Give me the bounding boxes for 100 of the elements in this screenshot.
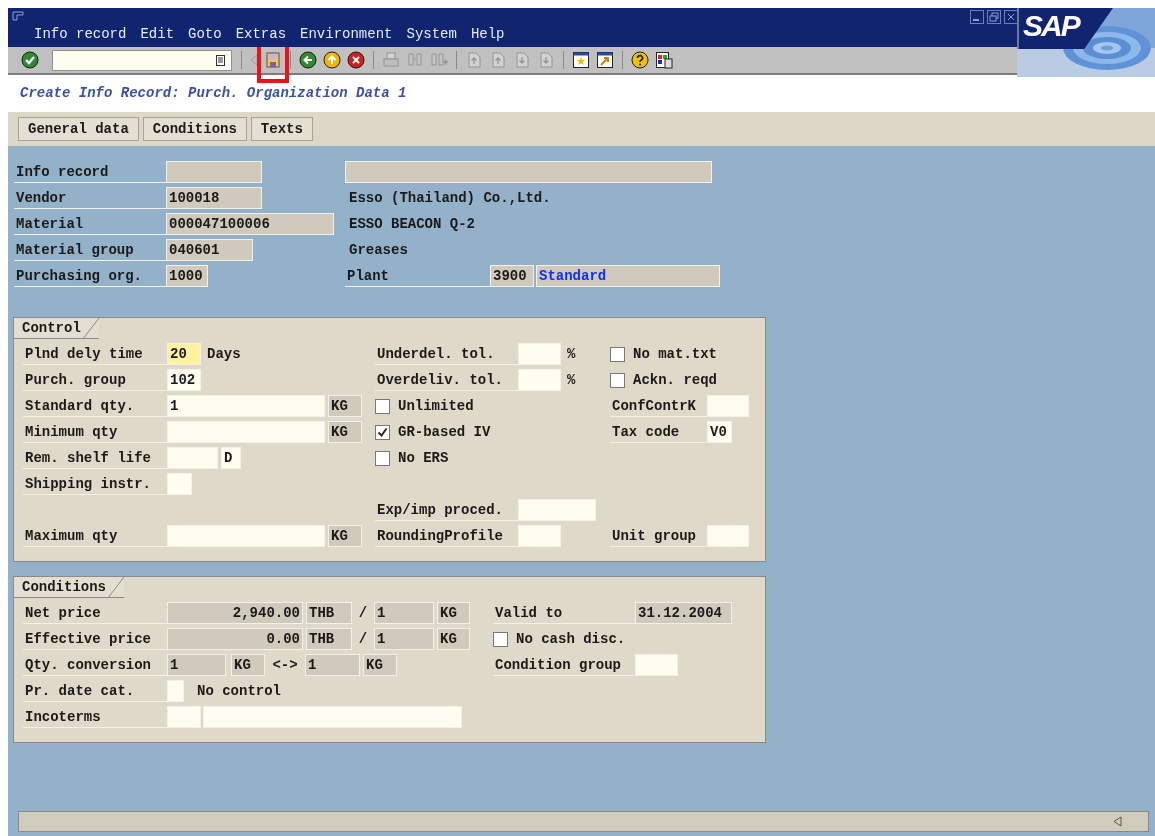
checkbox[interactable] <box>493 631 508 647</box>
input-field[interactable]: 040601 <box>166 239 253 261</box>
input-field[interactable]: 20 <box>167 343 201 365</box>
checkbox[interactable] <box>375 398 390 414</box>
system-menu-icon[interactable] <box>12 11 24 21</box>
input-field[interactable]: 1 <box>305 654 360 676</box>
input-field[interactable] <box>518 369 561 391</box>
description-text: No control <box>196 681 281 701</box>
input-field[interactable] <box>167 680 184 702</box>
input-field[interactable]: KG <box>328 525 362 547</box>
conversion-arrow: <-> <box>271 655 299 675</box>
input-field[interactable]: 1 <box>374 602 434 624</box>
back-icon <box>299 51 317 69</box>
checkbox[interactable] <box>610 372 625 388</box>
back-button[interactable] <box>296 49 320 71</box>
checkbox-label: Unlimited <box>398 396 474 416</box>
input-field[interactable]: 1 <box>167 654 226 676</box>
group-title: Conditions <box>14 577 124 598</box>
input-field[interactable]: 2,940.00 <box>167 602 303 624</box>
checkbox[interactable] <box>375 424 390 440</box>
first-page-icon <box>465 51 483 69</box>
help-icon <box>631 51 649 69</box>
menu-item[interactable]: Goto <box>188 24 222 45</box>
prev-page-icon <box>489 51 507 69</box>
description-text: ESSO BEACON Q-2 <box>348 214 476 234</box>
cancel-button[interactable] <box>344 49 368 71</box>
input-field[interactable]: 000047100006 <box>166 213 334 235</box>
input-field[interactable]: Standard <box>536 265 720 287</box>
input-field[interactable]: 1000 <box>166 265 208 287</box>
input-field[interactable]: KG <box>231 654 265 676</box>
input-field[interactable]: KG <box>437 628 470 650</box>
command-field[interactable] <box>52 49 232 71</box>
create-session-icon <box>572 51 590 69</box>
find-icon <box>406 51 424 69</box>
group-title: Control <box>14 318 99 339</box>
input-field[interactable] <box>167 421 325 443</box>
input-field[interactable]: 102 <box>167 369 201 391</box>
enter-button[interactable] <box>18 49 42 71</box>
input-field[interactable]: THB <box>306 602 352 624</box>
input-field[interactable]: 31.12.2004 <box>635 602 732 624</box>
input-field[interactable]: 0.00 <box>167 628 303 650</box>
input-field[interactable]: D <box>221 447 241 469</box>
input-field[interactable]: 1 <box>374 628 434 650</box>
last-page-icon <box>537 51 555 69</box>
tab-button[interactable]: Conditions <box>142 117 247 141</box>
input-field[interactable] <box>345 161 712 183</box>
print-icon <box>382 51 400 69</box>
input-field[interactable]: 3900 <box>490 265 534 287</box>
input-field[interactable] <box>167 525 325 547</box>
menu-item[interactable]: Extras <box>235 24 287 45</box>
input-field[interactable] <box>167 706 201 728</box>
exit-button[interactable] <box>320 49 344 71</box>
input-field[interactable]: 1 <box>167 395 325 417</box>
menu-item[interactable]: Environment <box>300 24 393 45</box>
input-field[interactable] <box>203 706 462 728</box>
menu-item[interactable]: Help <box>470 24 505 45</box>
input-field[interactable]: KG <box>328 395 362 417</box>
shortcut-icon <box>596 51 614 69</box>
input-field[interactable] <box>635 654 678 676</box>
checkbox-label: No cash disc. <box>516 629 626 649</box>
input-field[interactable]: 100018 <box>166 187 262 209</box>
find-next-icon <box>430 51 448 69</box>
input-field[interactable] <box>518 343 561 365</box>
screen-title: Create Info Record: Purch. Organization Data 1 <box>20 84 407 103</box>
per-sign: / <box>357 629 369 649</box>
unit-text: Days <box>206 344 241 364</box>
input-field[interactable] <box>707 525 749 547</box>
list-icon[interactable] <box>216 54 225 66</box>
checkbox[interactable] <box>375 450 390 466</box>
restore-icon[interactable] <box>987 10 1001 24</box>
menu-item[interactable]: System <box>406 24 457 45</box>
cancel-icon <box>347 51 365 69</box>
layout-icon <box>655 51 673 69</box>
checkbox-label: No ERS <box>398 448 449 468</box>
input-field[interactable] <box>167 447 218 469</box>
menu-item[interactable]: Edit <box>140 24 175 45</box>
per-sign: / <box>357 603 369 623</box>
input-field[interactable]: KG <box>363 654 397 676</box>
input-field[interactable]: KG <box>437 602 470 624</box>
input-field[interactable] <box>518 499 596 521</box>
expand-icon[interactable] <box>1113 816 1122 827</box>
checkbox-label: GR-based IV <box>398 422 491 442</box>
tab-button[interactable]: Texts <box>250 117 313 141</box>
menu-item[interactable]: Info record <box>34 24 127 45</box>
input-field[interactable] <box>707 395 749 417</box>
help-button[interactable] <box>628 49 652 71</box>
tab-button[interactable]: General data <box>18 117 139 141</box>
next-page-icon <box>513 51 531 69</box>
input-field[interactable] <box>167 473 192 495</box>
input-field[interactable]: V0 <box>707 421 732 443</box>
checkbox[interactable] <box>610 346 625 362</box>
minimize-icon[interactable] <box>970 10 984 24</box>
input-field[interactable] <box>166 161 262 183</box>
input-field[interactable]: THB <box>306 628 352 650</box>
save-icon <box>264 51 282 69</box>
description-text: Greases <box>348 240 408 260</box>
checkbox-label: Ackn. reqd <box>633 370 717 390</box>
input-field[interactable]: KG <box>328 421 362 443</box>
unit-text: % <box>566 344 576 364</box>
input-field[interactable] <box>518 525 561 547</box>
